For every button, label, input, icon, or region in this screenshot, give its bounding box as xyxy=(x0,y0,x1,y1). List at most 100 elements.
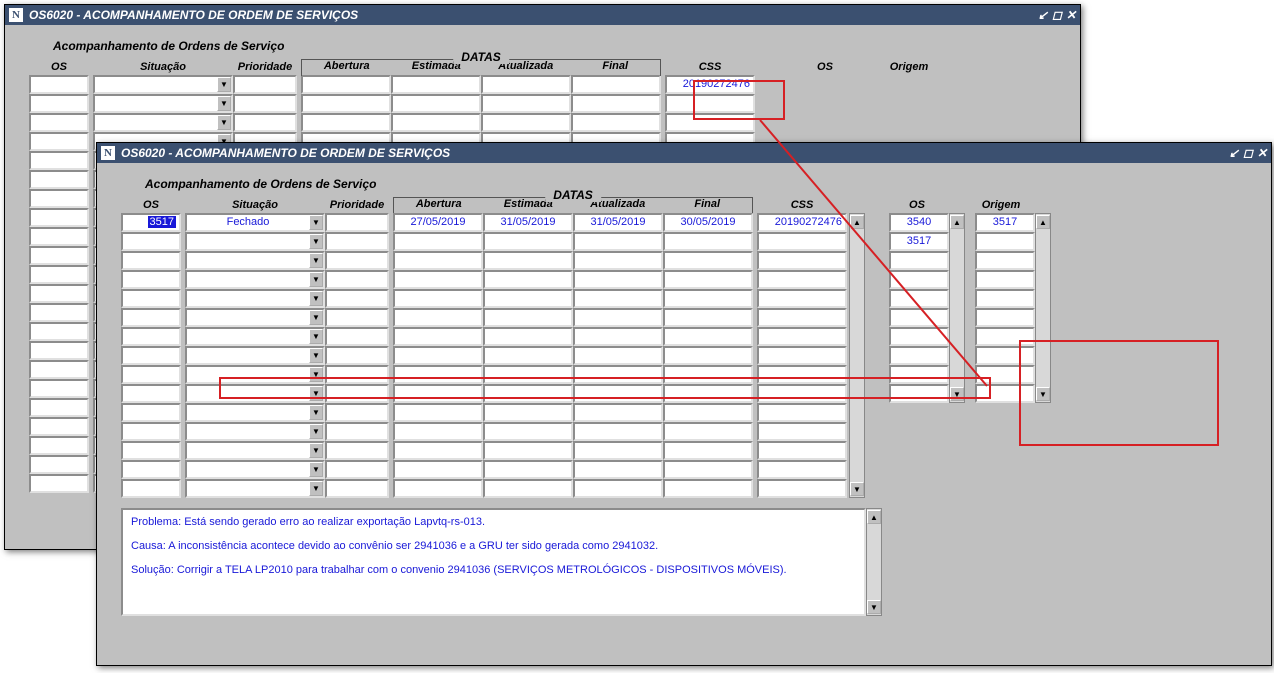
cell[interactable] xyxy=(573,346,663,365)
cell[interactable] xyxy=(29,151,89,170)
cell[interactable] xyxy=(663,441,753,460)
cell[interactable] xyxy=(483,479,573,498)
cell[interactable] xyxy=(663,365,753,384)
cell[interactable] xyxy=(391,75,481,94)
cell[interactable] xyxy=(483,384,573,403)
cell[interactable] xyxy=(663,460,753,479)
scrollbar-desc[interactable]: ▲ ▼ xyxy=(866,508,882,616)
scrollbar-side-origem[interactable]: ▲ ▼ xyxy=(1035,213,1051,403)
cell[interactable] xyxy=(663,251,753,270)
cell[interactable] xyxy=(233,75,297,94)
cell[interactable] xyxy=(29,189,89,208)
cell[interactable] xyxy=(483,251,573,270)
side-os-cell[interactable] xyxy=(889,346,949,365)
cell[interactable] xyxy=(325,479,389,498)
cell[interactable] xyxy=(325,289,389,308)
css-cell[interactable] xyxy=(757,479,847,498)
cell[interactable] xyxy=(573,384,663,403)
cell[interactable] xyxy=(481,113,571,132)
os-cell[interactable] xyxy=(121,346,181,365)
maximize-icon[interactable]: ◻ xyxy=(1052,8,1062,22)
cell[interactable] xyxy=(483,460,573,479)
cell[interactable] xyxy=(29,265,89,284)
scroll-up-icon[interactable]: ▲ xyxy=(950,215,964,229)
os-cell[interactable] xyxy=(121,403,181,422)
cell[interactable] xyxy=(393,251,483,270)
os-cell[interactable] xyxy=(121,289,181,308)
cell[interactable] xyxy=(325,213,389,232)
cell[interactable] xyxy=(325,270,389,289)
cell[interactable] xyxy=(663,422,753,441)
scroll-up-icon[interactable]: ▲ xyxy=(1036,215,1050,229)
cell[interactable] xyxy=(483,308,573,327)
scroll-up-icon[interactable]: ▲ xyxy=(850,215,864,229)
css-cell[interactable] xyxy=(757,403,847,422)
cell[interactable] xyxy=(663,270,753,289)
cell[interactable] xyxy=(393,479,483,498)
situacao-cell[interactable]: ▼ xyxy=(185,479,325,498)
cell[interactable] xyxy=(573,251,663,270)
cell[interactable] xyxy=(29,284,89,303)
cell[interactable] xyxy=(483,346,573,365)
cell[interactable] xyxy=(663,479,753,498)
side-origem-cell[interactable] xyxy=(975,346,1035,365)
os-cell[interactable] xyxy=(121,327,181,346)
side-origem-cell[interactable] xyxy=(975,251,1035,270)
cell[interactable]: ▼ xyxy=(93,75,233,94)
cell[interactable] xyxy=(29,75,89,94)
scroll-down-icon[interactable]: ▼ xyxy=(850,482,864,496)
chevron-down-icon[interactable]: ▼ xyxy=(309,215,323,230)
cell[interactable] xyxy=(325,384,389,403)
chevron-down-icon[interactable]: ▼ xyxy=(309,234,323,249)
minimize-icon[interactable]: ↙ xyxy=(1229,146,1239,160)
os-cell[interactable] xyxy=(121,232,181,251)
os-cell[interactable] xyxy=(121,384,181,403)
cell[interactable] xyxy=(663,232,753,251)
situacao-cell[interactable]: ▼ xyxy=(185,365,325,384)
cell[interactable]: 31/05/2019 xyxy=(483,213,573,232)
cell[interactable] xyxy=(663,403,753,422)
cell[interactable] xyxy=(483,365,573,384)
cell[interactable] xyxy=(29,436,89,455)
cell[interactable] xyxy=(325,403,389,422)
os-cell[interactable] xyxy=(121,422,181,441)
chevron-down-icon[interactable]: ▼ xyxy=(309,291,323,306)
close-icon[interactable]: ✕ xyxy=(1066,8,1076,22)
side-origem-cell[interactable] xyxy=(975,327,1035,346)
cell[interactable] xyxy=(573,327,663,346)
chevron-down-icon[interactable]: ▼ xyxy=(309,443,323,458)
cell[interactable] xyxy=(481,75,571,94)
css-cell[interactable] xyxy=(757,289,847,308)
cell[interactable] xyxy=(233,113,297,132)
cell[interactable] xyxy=(483,422,573,441)
css-cell[interactable] xyxy=(757,270,847,289)
css-cell[interactable] xyxy=(757,422,847,441)
chevron-down-icon[interactable]: ▼ xyxy=(217,115,231,130)
os-cell[interactable] xyxy=(121,479,181,498)
cell[interactable] xyxy=(483,289,573,308)
situacao-cell[interactable]: ▼ xyxy=(185,251,325,270)
side-origem-cell[interactable]: 3517 xyxy=(975,213,1035,232)
side-origem-cell[interactable] xyxy=(975,289,1035,308)
side-os-cell[interactable] xyxy=(889,384,949,403)
cell[interactable] xyxy=(29,303,89,322)
chevron-down-icon[interactable]: ▼ xyxy=(309,253,323,268)
side-os-cell[interactable] xyxy=(889,327,949,346)
side-os-cell[interactable]: 3540 xyxy=(889,213,949,232)
cell[interactable] xyxy=(393,327,483,346)
side-origem-cell[interactable] xyxy=(975,270,1035,289)
cell[interactable] xyxy=(393,346,483,365)
cell[interactable] xyxy=(301,113,391,132)
cell[interactable] xyxy=(573,232,663,251)
cell[interactable] xyxy=(29,341,89,360)
cell[interactable] xyxy=(325,251,389,270)
cell[interactable] xyxy=(29,113,89,132)
situacao-cell[interactable]: ▼ xyxy=(185,422,325,441)
situacao-cell[interactable]: ▼ xyxy=(185,308,325,327)
chevron-down-icon[interactable]: ▼ xyxy=(217,96,231,111)
close-icon[interactable]: ✕ xyxy=(1257,146,1267,160)
chevron-down-icon[interactable]: ▼ xyxy=(309,329,323,344)
side-os-cell[interactable] xyxy=(889,270,949,289)
os-cell[interactable] xyxy=(121,441,181,460)
cell[interactable] xyxy=(325,422,389,441)
